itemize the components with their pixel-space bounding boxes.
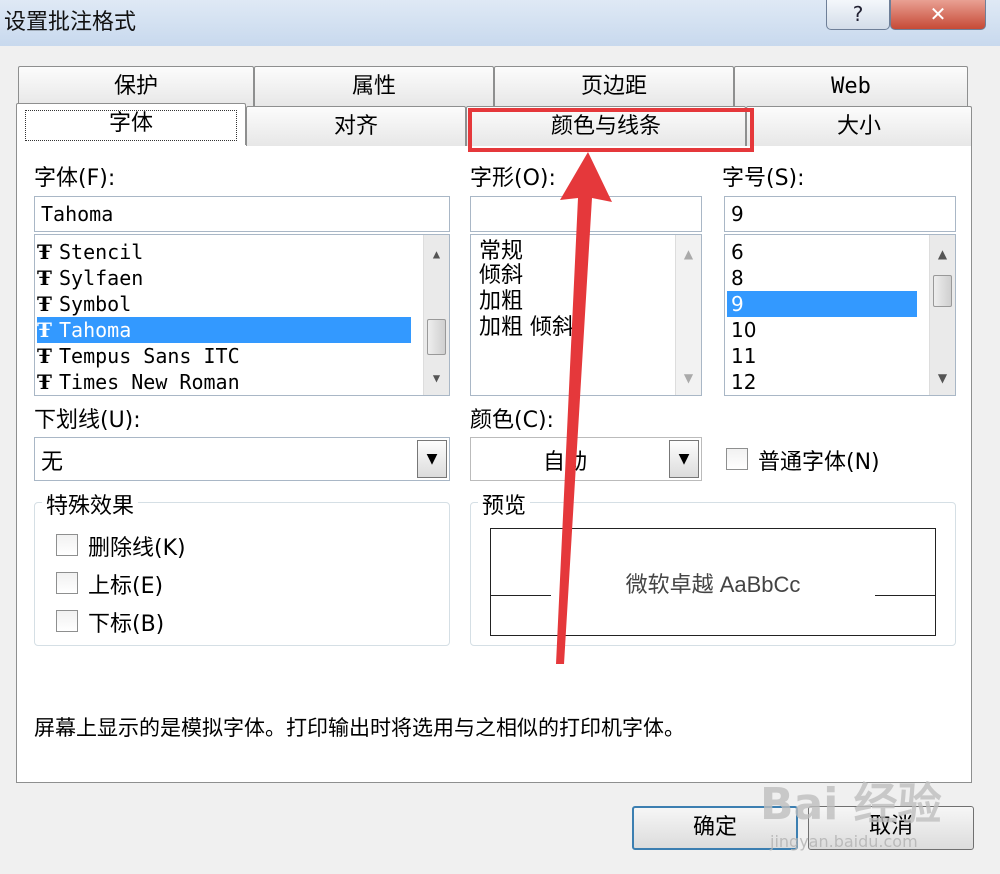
underline-select[interactable]: 无 ▼ [34,437,450,481]
normal-font-checkbox[interactable] [726,448,748,470]
list-item-selected[interactable]: 9 [727,291,917,317]
truetype-icon: Ŧ [37,266,52,290]
tab-properties[interactable]: 属性 [254,66,494,106]
annotation-highlight-box [468,108,754,152]
annotation-arrow-icon [556,152,612,664]
style-list-scrollbar[interactable]: ▲ ▼ [675,235,701,395]
list-item[interactable]: 10 [731,317,955,343]
list-item[interactable]: Ŧ Tempus Sans ITC [37,343,449,369]
tab-alignment[interactable]: 对齐 [246,106,466,146]
font-note: 屏幕上显示的是模拟字体。打印输出时将选用与之相似的打印机字体。 [34,716,685,740]
font-input[interactable]: Tahoma [34,196,450,232]
tab-focus-rect [25,110,237,141]
list-item[interactable]: Ŧ Symbol [37,291,449,317]
font-label: 字体(F): [34,166,116,191]
scroll-thumb[interactable] [933,275,952,307]
tab-size[interactable]: 大小 [746,106,972,146]
close-button[interactable]: ✕ [890,0,986,30]
underline-value: 无 [41,450,64,475]
list-item[interactable]: Ŧ Times New Roman [37,369,449,395]
list-item[interactable]: 8 [731,265,955,291]
baidu-watermark-url: jingyan.baidu.com [770,832,918,851]
window-title: 设置批注格式 [4,10,137,35]
tab-margins[interactable]: 页边距 [494,66,734,106]
scroll-up-arrow-icon[interactable]: ▲ [676,241,701,267]
list-item[interactable]: 12 [731,369,955,395]
baidu-watermark-logo: Bai 经验 [760,779,942,830]
strikethrough-checkbox[interactable] [56,534,78,556]
size-input[interactable]: 9 [724,196,956,232]
scroll-down-arrow-icon[interactable]: ▼ [424,365,449,391]
scroll-down-arrow-icon[interactable]: ▼ [676,365,701,391]
truetype-icon: Ŧ [37,240,52,264]
list-item-selected[interactable]: Ŧ Tahoma [37,317,411,343]
subscript-checkbox[interactable] [56,610,78,632]
truetype-icon: Ŧ [37,370,52,394]
superscript-label: 上标(E) [88,574,164,599]
scroll-thumb[interactable] [427,319,446,355]
help-button[interactable]: ? [826,0,890,30]
font-list-scrollbar[interactable]: ▲ ▼ [423,235,449,395]
effects-group-title: 特殊效果 [42,488,139,520]
tab-web[interactable]: Web [734,66,968,106]
font-list[interactable]: Ŧ Stencil Ŧ Sylfaen Ŧ Symbol Ŧ Tahoma Ŧ Tempu… [34,234,450,396]
scroll-up-arrow-icon[interactable]: ▲ [930,241,955,267]
superscript-checkbox[interactable] [56,572,78,594]
preview-group-title: 预览 [478,488,531,520]
normal-font-label: 普通字体(N) [758,450,880,475]
size-list[interactable]: 6 8 9 10 11 12 ▲ ▼ [724,234,956,396]
underline-label: 下划线(U): [34,408,141,433]
tab-protect[interactable]: 保护 [18,66,254,106]
chevron-down-icon[interactable]: ▼ [417,440,447,478]
chevron-down-icon[interactable]: ▼ [669,440,699,478]
list-item[interactable]: Ŧ Stencil [37,239,449,265]
list-item[interactable]: 6 [731,239,955,265]
scroll-down-arrow-icon[interactable]: ▼ [930,365,955,391]
truetype-icon: Ŧ [37,318,52,342]
truetype-icon: Ŧ [37,292,52,316]
strikethrough-label: 删除线(K) [88,536,186,561]
tab-font[interactable]: 字体 [16,103,246,145]
list-item[interactable]: Ŧ Sylfaen [37,265,449,291]
scroll-up-arrow-icon[interactable]: ▲ [424,241,449,267]
list-item[interactable]: 11 [731,343,955,369]
size-label: 字号(S): [722,166,805,191]
truetype-icon: Ŧ [37,344,52,368]
size-list-scrollbar[interactable]: ▲ ▼ [929,235,955,395]
subscript-label: 下标(B) [88,612,165,637]
